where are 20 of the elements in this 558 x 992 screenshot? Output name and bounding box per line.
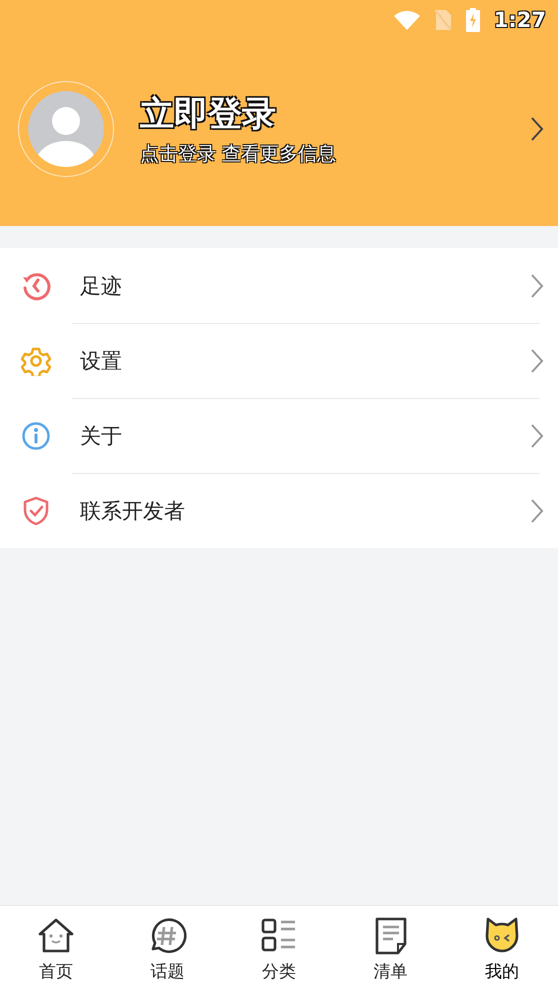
chevron-icon xyxy=(530,422,544,448)
menu-item[interactable]: 关于 xyxy=(0,398,558,473)
wifi-icon xyxy=(394,10,420,30)
menu-item[interactable]: 联系开发者 xyxy=(0,473,558,548)
no-sim-icon xyxy=(434,9,452,31)
nav-tab[interactable]: 我的 xyxy=(446,906,558,992)
nav-tab[interactable]: 话题 xyxy=(112,906,224,992)
menu-item[interactable]: 设置 xyxy=(0,323,558,398)
avatar-icon[interactable] xyxy=(28,91,104,167)
status-time: 1:27 xyxy=(494,8,546,32)
nav-tab[interactable]: 清单 xyxy=(334,906,446,992)
nav-tab[interactable]: 分类 xyxy=(223,906,335,992)
chevron-icon xyxy=(530,116,544,142)
nav-tab[interactable]: 首页 xyxy=(0,906,112,992)
chevron-icon xyxy=(530,498,544,524)
menu-item[interactable]: 足迹 xyxy=(0,248,558,323)
chevron-icon xyxy=(530,272,544,298)
battery-charging-icon xyxy=(466,8,480,32)
login-subtitle: 点击登录 查看更多信息 xyxy=(140,142,338,167)
chevron-icon xyxy=(530,348,544,374)
